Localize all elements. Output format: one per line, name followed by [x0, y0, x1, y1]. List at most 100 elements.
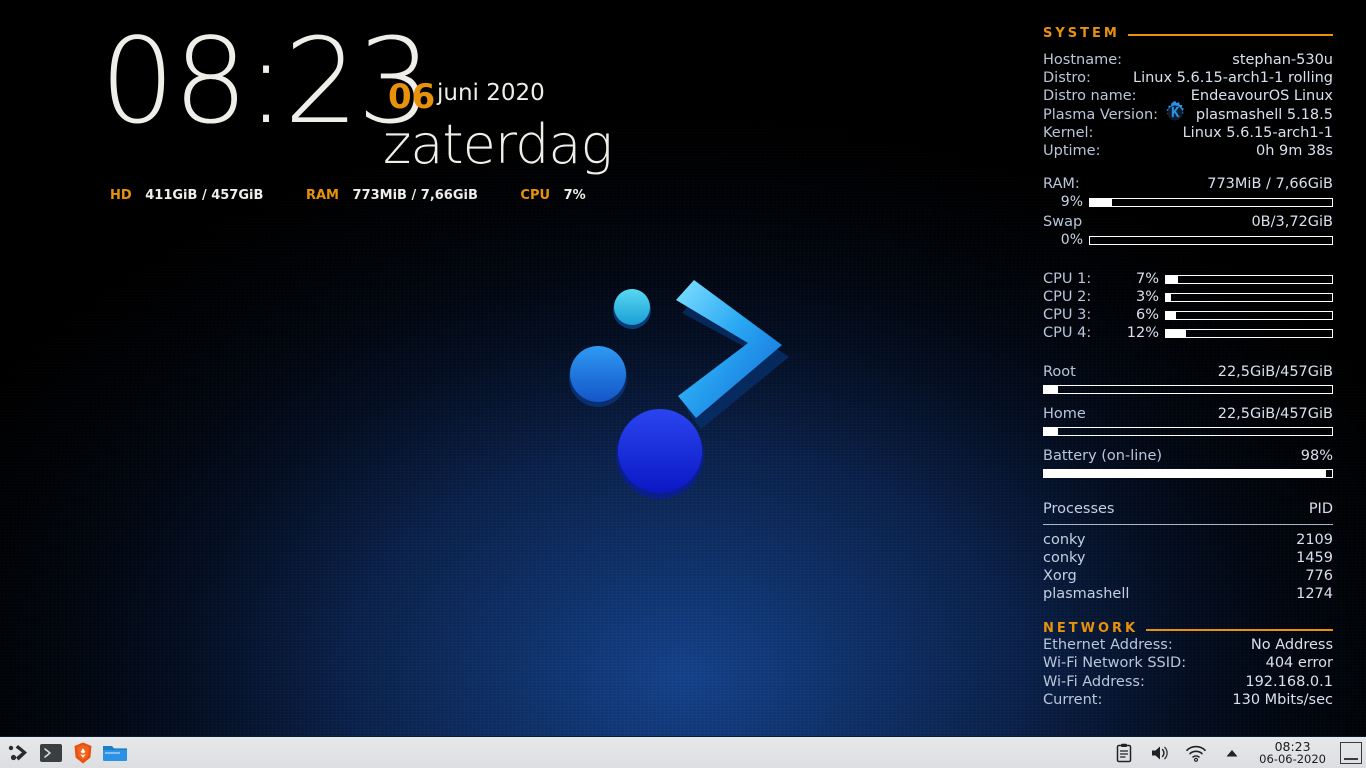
battery-row: Battery (on-line) 98% — [1043, 446, 1333, 466]
network-value: 192.168.0.1 — [1245, 673, 1333, 690]
home-progress-fill — [1044, 428, 1059, 436]
processes-pid-header: PID — [1308, 501, 1333, 518]
processes-header: Processes PID — [1043, 500, 1333, 518]
taskbar: 08:23 06-06-2020 — [0, 736, 1366, 768]
info-row-uptime: Uptime: 0h 9m 38s — [1043, 142, 1333, 160]
cpu-progress-fill — [1166, 311, 1176, 319]
ram-value: 773MiB / 7,66GiB — [1207, 176, 1333, 193]
mini-stat-hd: HD 411GiB / 457GiB — [110, 188, 268, 203]
battery-value: 98% — [1300, 448, 1333, 465]
battery-progress-bar — [1043, 469, 1333, 479]
cpu-label: CPU 1: — [1043, 271, 1092, 288]
network-row-ssid: Wi-Fi Network SSID: 404 error — [1043, 654, 1333, 672]
mini-stat-ram-value: 773MiB / 7,66GiB — [352, 188, 478, 203]
root-row: Root 22,5GiB/457GiB — [1043, 362, 1333, 382]
mini-stat-ram-label: RAM — [305, 188, 339, 203]
cpu-label: CPU 2: — [1043, 289, 1092, 306]
process-row: plasmashell 1274 — [1043, 585, 1333, 603]
info-value: Linux 5.6.15-arch1-1 — [1182, 124, 1333, 141]
processes-title: Processes — [1043, 501, 1115, 518]
endeavouros-menu-icon[interactable] — [6, 740, 32, 766]
brave-browser-icon[interactable] — [70, 740, 96, 766]
tray-clock[interactable]: 08:23 06-06-2020 — [1255, 740, 1330, 766]
root-progress-fill — [1044, 386, 1059, 394]
network-value: 404 error — [1265, 655, 1333, 672]
swap-progress-bar — [1089, 235, 1333, 245]
info-value: plasmashell 5.18.5 — [1195, 106, 1333, 123]
terminal-icon[interactable] — [38, 740, 64, 766]
wifi-icon[interactable] — [1183, 740, 1209, 766]
info-key: Distro: — [1043, 70, 1091, 87]
clock-day-number: 06 — [388, 77, 436, 117]
swap-bar-row: 0% — [1043, 232, 1333, 248]
swap-percent: 0% — [1060, 232, 1083, 249]
swap-value: 0B/3,72GiB — [1251, 214, 1333, 231]
system-conky-widget: SYSTEM Hostname: stephan-530u Distro: Li… — [1043, 26, 1333, 709]
cpu-label: CPU 3: — [1043, 307, 1092, 324]
clipboard-icon[interactable] — [1111, 740, 1137, 766]
cpu-row-2: CPU 2: 3% — [1043, 288, 1333, 306]
mini-stat-cpu-value: 7% — [563, 188, 586, 203]
root-progress-bar — [1043, 385, 1333, 395]
clock-weekday: zaterdag — [383, 113, 613, 176]
network-section-rule — [1146, 628, 1333, 631]
process-row: conky 2109 — [1043, 531, 1333, 549]
mini-stat-cpu-label: CPU — [520, 188, 551, 203]
home-progress-bar — [1043, 427, 1333, 437]
network-section-header: NETWORK — [1043, 621, 1333, 636]
volume-icon[interactable] — [1147, 740, 1173, 766]
cpu-percent: 6% — [1135, 307, 1159, 324]
network-row-wifi-address: Wi-Fi Address: 192.168.0.1 — [1043, 673, 1333, 691]
swap-label: Swap — [1043, 214, 1083, 231]
cpu-progress-fill — [1166, 293, 1171, 301]
clock-row: 08:23 06 juni 2020 zaterdag — [0, 22, 640, 172]
chevron-up-icon[interactable] — [1219, 740, 1245, 766]
clock-conky-widget: 08:23 06 juni 2020 zaterdag HD 411GiB / … — [0, 22, 640, 203]
processes-divider — [1043, 524, 1333, 526]
process-name: Xorg — [1043, 568, 1077, 585]
network-row-ethernet: Ethernet Address: No Address — [1043, 636, 1333, 654]
clock-time: 08:23 — [100, 12, 432, 150]
endeavouros-logo — [560, 270, 810, 500]
clock-month-year: juni 2020 — [437, 80, 545, 106]
info-row-distro: Distro: Linux 5.6.15-arch1-1 rolling — [1043, 69, 1333, 87]
cpu-progress-fill — [1166, 275, 1178, 283]
info-value: Linux 5.6.15-arch1-1 rolling — [1132, 70, 1333, 87]
ram-row: RAM: 773MiB / 7,66GiB — [1043, 174, 1333, 194]
process-pid: 1459 — [1296, 550, 1333, 567]
cpu-percent: 12% — [1126, 325, 1159, 342]
cpu-progress-bar — [1165, 328, 1333, 338]
cpu-row-3: CPU 3: 6% — [1043, 306, 1333, 324]
system-info-list: Hostname: stephan-530u Distro: Linux 5.6… — [1043, 51, 1333, 160]
swap-row: Swap 0B/3,72GiB — [1043, 212, 1333, 232]
show-desktop-button[interactable] — [1340, 741, 1362, 764]
network-key: Wi-Fi Address: — [1043, 673, 1145, 690]
home-label: Home — [1043, 406, 1086, 423]
ram-progress-bar — [1089, 197, 1333, 207]
desktop[interactable]: 08:23 06 juni 2020 zaterdag HD 411GiB / … — [0, 0, 1366, 736]
info-key: Kernel: — [1043, 124, 1094, 141]
network-key: Current: — [1043, 691, 1103, 708]
home-row: Home 22,5GiB/457GiB — [1043, 404, 1333, 424]
battery-progress-fill — [1044, 470, 1327, 478]
file-manager-icon[interactable] — [102, 740, 128, 766]
clock-mini-stats: HD 411GiB / 457GiB RAM 773MiB / 7,66GiB … — [110, 188, 624, 203]
root-value: 22,5GiB/457GiB — [1217, 364, 1333, 381]
network-section-title: NETWORK — [1043, 621, 1139, 637]
cpu-progress-fill — [1166, 329, 1186, 337]
cpu-row-4: CPU 4: 12% — [1043, 324, 1333, 342]
system-section-title: SYSTEM — [1043, 26, 1120, 41]
info-key: Uptime: — [1043, 143, 1101, 160]
cpu-progress-bar — [1165, 274, 1333, 284]
kde-logo-icon — [1161, 99, 1189, 131]
process-pid: 776 — [1305, 568, 1333, 585]
taskbar-launchers — [0, 740, 128, 766]
mini-stat-cpu: CPU 7% — [520, 188, 585, 203]
ram-progress-fill — [1090, 198, 1112, 206]
cpu-label: CPU 4: — [1043, 325, 1092, 342]
process-name: conky — [1043, 550, 1086, 567]
ram-label: RAM: — [1043, 176, 1080, 193]
process-name: conky — [1043, 532, 1086, 549]
network-key: Wi-Fi Network SSID: — [1043, 655, 1187, 672]
tray-clock-time: 08:23 — [1274, 738, 1311, 754]
